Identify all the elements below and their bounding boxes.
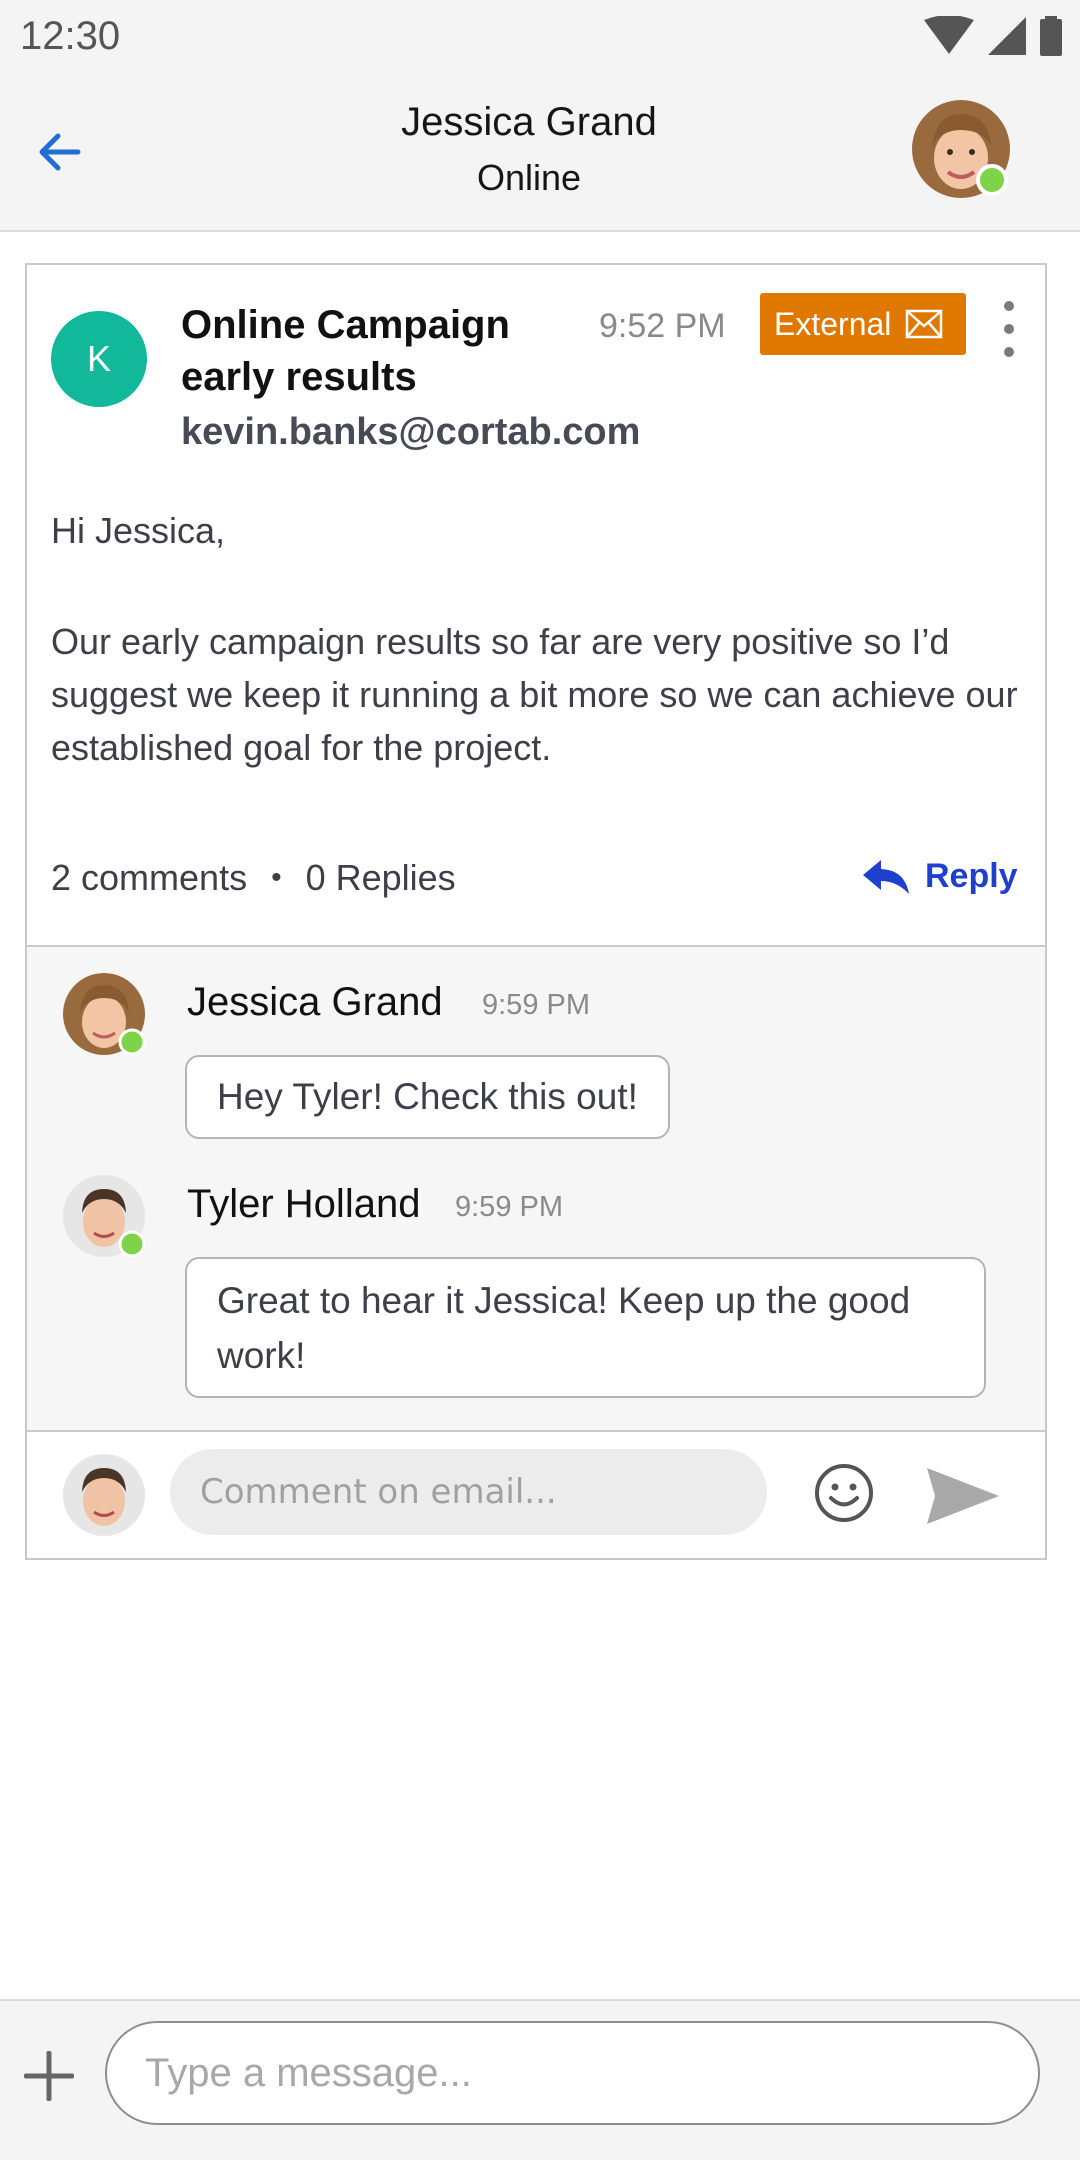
replies-count[interactable]: 0 Replies xyxy=(306,857,456,899)
commenter-avatar-jessica[interactable] xyxy=(63,973,146,1056)
external-badge: External xyxy=(760,293,966,355)
comment-stats: 2 comments • 0 Replies xyxy=(51,857,456,899)
chat-header: Jessica Grand Online xyxy=(0,72,1080,232)
comment-author: Tyler Holland xyxy=(187,1182,421,1226)
current-user-avatar xyxy=(63,1454,145,1536)
external-badge-label: External xyxy=(774,305,892,342)
sender-avatar[interactable]: K xyxy=(51,311,147,407)
sender-email: kevin.banks@cortab.com xyxy=(181,411,641,453)
more-options-button[interactable] xyxy=(999,301,1019,357)
smiley-icon xyxy=(815,1464,873,1522)
contact-name: Jessica Grand xyxy=(401,100,657,144)
comment-time: 9:59 PM xyxy=(482,989,590,1021)
reply-icon xyxy=(863,859,909,894)
stats-separator: • xyxy=(271,861,282,894)
online-status-icon xyxy=(118,1028,146,1056)
send-comment-button[interactable] xyxy=(927,1468,999,1524)
signal-icon xyxy=(988,17,1026,55)
send-icon xyxy=(927,1468,999,1524)
add-attachment-button[interactable] xyxy=(23,2050,75,2102)
emoji-button[interactable] xyxy=(813,1462,875,1524)
status-bar: 12:30 xyxy=(0,0,1080,72)
plus-icon xyxy=(23,2050,75,2102)
wifi-icon xyxy=(924,16,974,54)
contact-avatar[interactable] xyxy=(912,100,1010,198)
comment-input[interactable] xyxy=(170,1449,767,1535)
compose-bar xyxy=(0,1999,1080,2160)
email-subject: Online Campaign early results xyxy=(181,303,510,399)
battery-icon xyxy=(1040,16,1062,56)
status-icons xyxy=(924,16,1062,56)
comment-bubble: Great to hear it Jessica! Keep up the go… xyxy=(185,1257,986,1398)
reply-button[interactable]: Reply xyxy=(863,857,1018,896)
comment-time: 9:59 PM xyxy=(455,1191,563,1223)
online-status-icon xyxy=(118,1230,146,1258)
comments-count[interactable]: 2 comments xyxy=(51,857,247,899)
email-card: K Online Campaign early results 9:52 PM … xyxy=(25,263,1047,1560)
comment-author: Jessica Grand xyxy=(187,980,443,1024)
online-status-icon xyxy=(976,164,1008,196)
email-time: 9:52 PM xyxy=(599,307,726,345)
email-body: Our early campaign results so far are ve… xyxy=(51,621,1018,768)
comment-bubble: Hey Tyler! Check this out! xyxy=(185,1055,670,1139)
status-time: 12:30 xyxy=(20,14,121,58)
contact-status: Online xyxy=(476,157,582,198)
message-input[interactable] xyxy=(105,2021,1040,2125)
reply-label: Reply xyxy=(925,857,1018,895)
more-vertical-icon xyxy=(1004,301,1014,311)
comment-input-row xyxy=(27,1432,1045,1558)
email-greeting: Hi Jessica, xyxy=(51,510,226,551)
envelope-icon xyxy=(906,309,943,339)
commenter-avatar-tyler[interactable] xyxy=(63,1175,146,1258)
comments-thread: Jessica Grand 9:59 PM Hey Tyler! Check t… xyxy=(27,945,1045,1432)
